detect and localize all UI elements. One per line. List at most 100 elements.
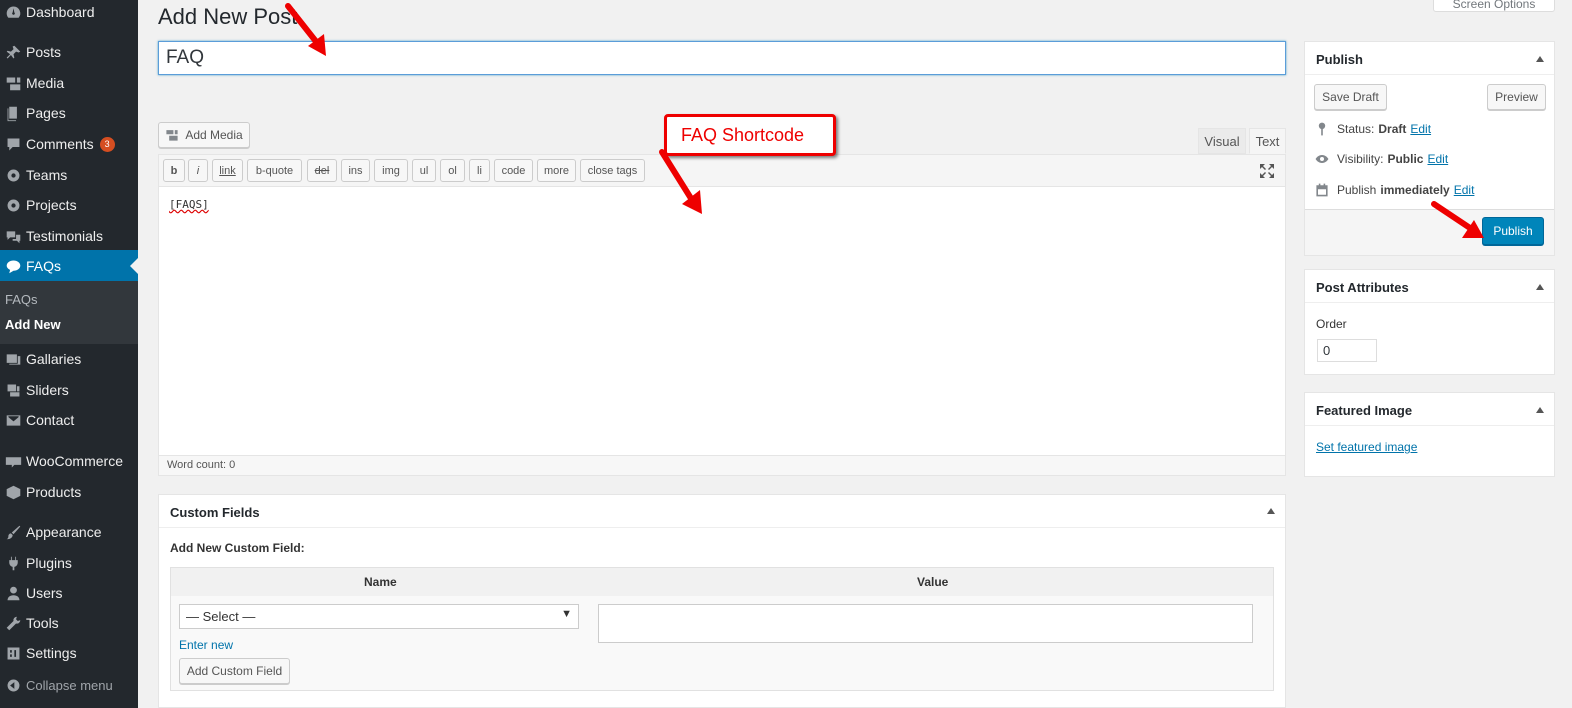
qt-more-button[interactable]: more xyxy=(537,159,576,182)
sidebar-item-label: Gallaries xyxy=(26,351,82,367)
sidebar-item-pages[interactable]: Pages xyxy=(0,98,138,128)
custom-field-value-textarea[interactable] xyxy=(598,604,1253,643)
wrench-icon xyxy=(0,615,26,632)
calendar-icon xyxy=(1316,183,1328,197)
sidebar-item-label: Appearance xyxy=(26,524,102,540)
qt-ol-button[interactable]: ol xyxy=(440,159,465,182)
collapse-menu-button[interactable]: Collapse menu xyxy=(0,670,138,700)
order-input[interactable] xyxy=(1317,339,1377,362)
sidebar-item-label: Pages xyxy=(26,105,66,121)
custom-field-select[interactable]: — Select — ▼ xyxy=(179,604,579,629)
sidebar-item-projects[interactable]: Projects xyxy=(0,190,138,220)
qt-link-button[interactable]: link xyxy=(212,159,243,182)
sidebar-item-contact[interactable]: Contact xyxy=(0,405,138,435)
sidebar-item-label: Users xyxy=(26,585,63,601)
toggle-panel-icon[interactable] xyxy=(1267,508,1275,514)
qt-img-button[interactable]: img xyxy=(374,159,408,182)
screen-options-button[interactable]: Screen Options xyxy=(1433,0,1555,12)
post-attributes-box: Post Attributes Order xyxy=(1304,269,1555,375)
plug-icon xyxy=(0,555,26,572)
featured-image-box: Featured Image Set featured image xyxy=(1304,392,1555,477)
enter-new-link[interactable]: Enter new xyxy=(179,638,233,652)
qt-bold-button[interactable]: b xyxy=(163,159,185,182)
content-textarea[interactable]: [FAQS] xyxy=(159,188,1285,457)
sidebar-item-comments[interactable]: Comments 3 xyxy=(0,129,138,159)
sidebar-item-plugins[interactable]: Plugins xyxy=(0,548,138,578)
sidebar-item-users[interactable]: Users xyxy=(0,578,138,608)
sidebar-item-label: Comments xyxy=(26,136,94,152)
qt-bquote-button[interactable]: b-quote xyxy=(247,159,302,182)
qt-close-tags-button[interactable]: close tags xyxy=(580,159,645,182)
post-attributes-title: Post Attributes xyxy=(1316,280,1409,295)
sidebar-item-posts[interactable]: Posts xyxy=(0,37,138,67)
slides-icon xyxy=(0,382,26,399)
toggle-panel-icon[interactable] xyxy=(1536,407,1544,413)
qt-ul-button[interactable]: ul xyxy=(412,159,436,182)
toggle-panel-icon[interactable] xyxy=(1536,56,1544,62)
toggle-panel-icon[interactable] xyxy=(1536,284,1544,290)
sidebar-item-label: Tools xyxy=(26,615,59,631)
edit-status-link[interactable]: Edit xyxy=(1410,122,1431,136)
featured-image-title: Featured Image xyxy=(1316,403,1413,418)
sidebar-item-testimonials[interactable]: Testimonials xyxy=(0,221,138,251)
sidebar-item-sliders[interactable]: Sliders xyxy=(0,375,138,405)
publish-time-label: Publish xyxy=(1337,183,1377,197)
add-media-label: Add Media xyxy=(185,128,243,142)
order-label: Order xyxy=(1316,317,1347,331)
editor: b i link b-quote del ins img ul ol li co… xyxy=(158,154,1286,476)
status-row: Status: Draft Edit xyxy=(1314,121,1431,137)
sidebar-item-label: Plugins xyxy=(26,555,72,571)
sidebar-item-tools[interactable]: Tools xyxy=(0,608,138,638)
qt-del-button[interactable]: del xyxy=(307,159,337,182)
preview-button[interactable]: Preview xyxy=(1487,84,1546,110)
status-value: Draft xyxy=(1378,122,1407,136)
edit-publish-time-link[interactable]: Edit xyxy=(1454,183,1475,197)
sidebar-item-settings[interactable]: Settings xyxy=(0,638,138,668)
tab-text[interactable]: Text xyxy=(1249,128,1286,154)
qt-ins-button[interactable]: ins xyxy=(341,159,370,182)
sidebar-item-appearance[interactable]: Appearance xyxy=(0,517,138,547)
add-custom-field-button[interactable]: Add Custom Field xyxy=(179,658,290,684)
sidebar-item-gallaries[interactable]: Gallaries xyxy=(0,344,138,374)
qt-italic-button[interactable]: i xyxy=(188,159,208,182)
submenu-item-faqs[interactable]: FAQs xyxy=(5,292,38,307)
sidebar-item-teams[interactable]: Teams xyxy=(0,160,138,190)
qt-li-button[interactable]: li xyxy=(469,159,490,182)
gear-icon xyxy=(0,197,26,214)
publish-box-title: Publish xyxy=(1316,52,1363,67)
publish-time-value: immediately xyxy=(1380,183,1450,197)
sidebar-item-label: WooCommerce xyxy=(26,453,123,469)
box-divider xyxy=(1305,74,1554,75)
add-media-button[interactable]: Add Media xyxy=(158,122,250,148)
box-divider xyxy=(1305,302,1554,303)
sidebar-item-label: Posts xyxy=(26,44,62,60)
testimonial-icon xyxy=(0,228,26,245)
dashboard-icon xyxy=(0,4,26,21)
custom-fields-title: Custom Fields xyxy=(170,505,260,520)
collapse-icon xyxy=(0,677,26,694)
edit-visibility-link[interactable]: Edit xyxy=(1427,152,1448,166)
save-draft-button[interactable]: Save Draft xyxy=(1314,84,1387,110)
publish-button[interactable]: Publish xyxy=(1482,217,1544,245)
set-featured-image-link[interactable]: Set featured image xyxy=(1316,440,1417,454)
pin-icon xyxy=(0,44,26,61)
column-header-name: Name xyxy=(364,575,397,589)
fullscreen-icon[interactable] xyxy=(1259,163,1275,179)
custom-fields-header: Name Value xyxy=(171,568,1273,596)
submenu-item-add-new[interactable]: Add New xyxy=(5,317,61,332)
sidebar-item-media[interactable]: Media xyxy=(0,68,138,98)
eye-icon xyxy=(1315,155,1329,163)
gear-icon xyxy=(0,167,26,184)
sidebar-item-products[interactable]: Products xyxy=(0,477,138,507)
sidebar-item-faqs[interactable]: FAQs xyxy=(0,250,138,282)
pin-icon xyxy=(1318,122,1326,136)
qt-code-button[interactable]: code xyxy=(494,159,533,182)
custom-fields-box: Custom Fields Add New Custom Field: Name… xyxy=(158,494,1286,708)
sidebar-item-dashboard[interactable]: Dashboard xyxy=(0,0,138,27)
annotation-arrow xyxy=(1431,201,1484,238)
visibility-row: Visibility: Public Edit xyxy=(1314,151,1448,167)
tab-visual[interactable]: Visual xyxy=(1198,128,1246,154)
sidebar-item-woocommerce[interactable]: WooCommerce xyxy=(0,446,138,476)
annotation-arrow xyxy=(285,3,326,56)
status-label: Status: xyxy=(1337,122,1375,136)
